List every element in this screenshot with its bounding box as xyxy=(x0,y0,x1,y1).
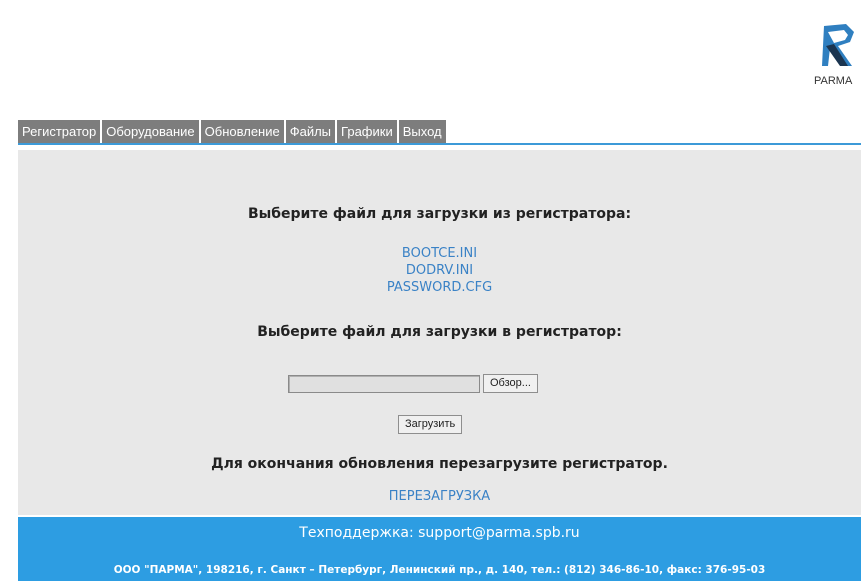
download-heading: Выберите файл для загрузки из регистрато… xyxy=(247,206,632,222)
file-path-field[interactable] xyxy=(288,374,480,393)
file-upload-row: Обзор... xyxy=(288,374,538,393)
tab-files[interactable]: Файлы xyxy=(285,120,336,144)
upload-button[interactable]: Загрузить xyxy=(398,415,463,434)
file-link-bootce[interactable]: BOOTCE.INI xyxy=(18,246,861,261)
tab-charts[interactable]: Графики xyxy=(337,120,397,144)
tab-exit[interactable]: Выход xyxy=(398,120,446,144)
upload-heading: Выберите файл для загрузки в регистратор… xyxy=(257,324,622,340)
tab-registrator[interactable]: Регистратор xyxy=(18,120,101,144)
company-address: ООО "ПАРМА", 198216, г. Санкт – Петербур… xyxy=(113,564,766,576)
tab-equipment[interactable]: Оборудование xyxy=(102,120,199,144)
reboot-link[interactable]: ПЕРЕЗАГРУЗКА xyxy=(18,489,861,504)
logo-text: PARMA xyxy=(814,75,853,87)
tab-update[interactable]: Обновление xyxy=(200,120,284,144)
nav-divider xyxy=(18,143,861,145)
parma-logo-icon xyxy=(822,24,854,66)
support-email[interactable]: Техподдержка: support@parma.spb.ru xyxy=(18,525,861,541)
browse-button[interactable]: Обзор... xyxy=(483,374,538,393)
reboot-heading: Для окончания обновления перезагрузите р… xyxy=(211,456,668,472)
file-link-password[interactable]: PASSWORD.CFG xyxy=(18,280,861,295)
parma-logo: PARMA xyxy=(814,20,861,90)
file-link-dodrv[interactable]: DODRV.INI xyxy=(18,263,861,278)
footer: Техподдержка: support@parma.spb.ru ООО "… xyxy=(18,517,861,581)
main-navigation: Регистратор Оборудование Обновление Файл… xyxy=(18,120,448,144)
content-panel: Выберите файл для загрузки из регистрато… xyxy=(18,150,861,515)
